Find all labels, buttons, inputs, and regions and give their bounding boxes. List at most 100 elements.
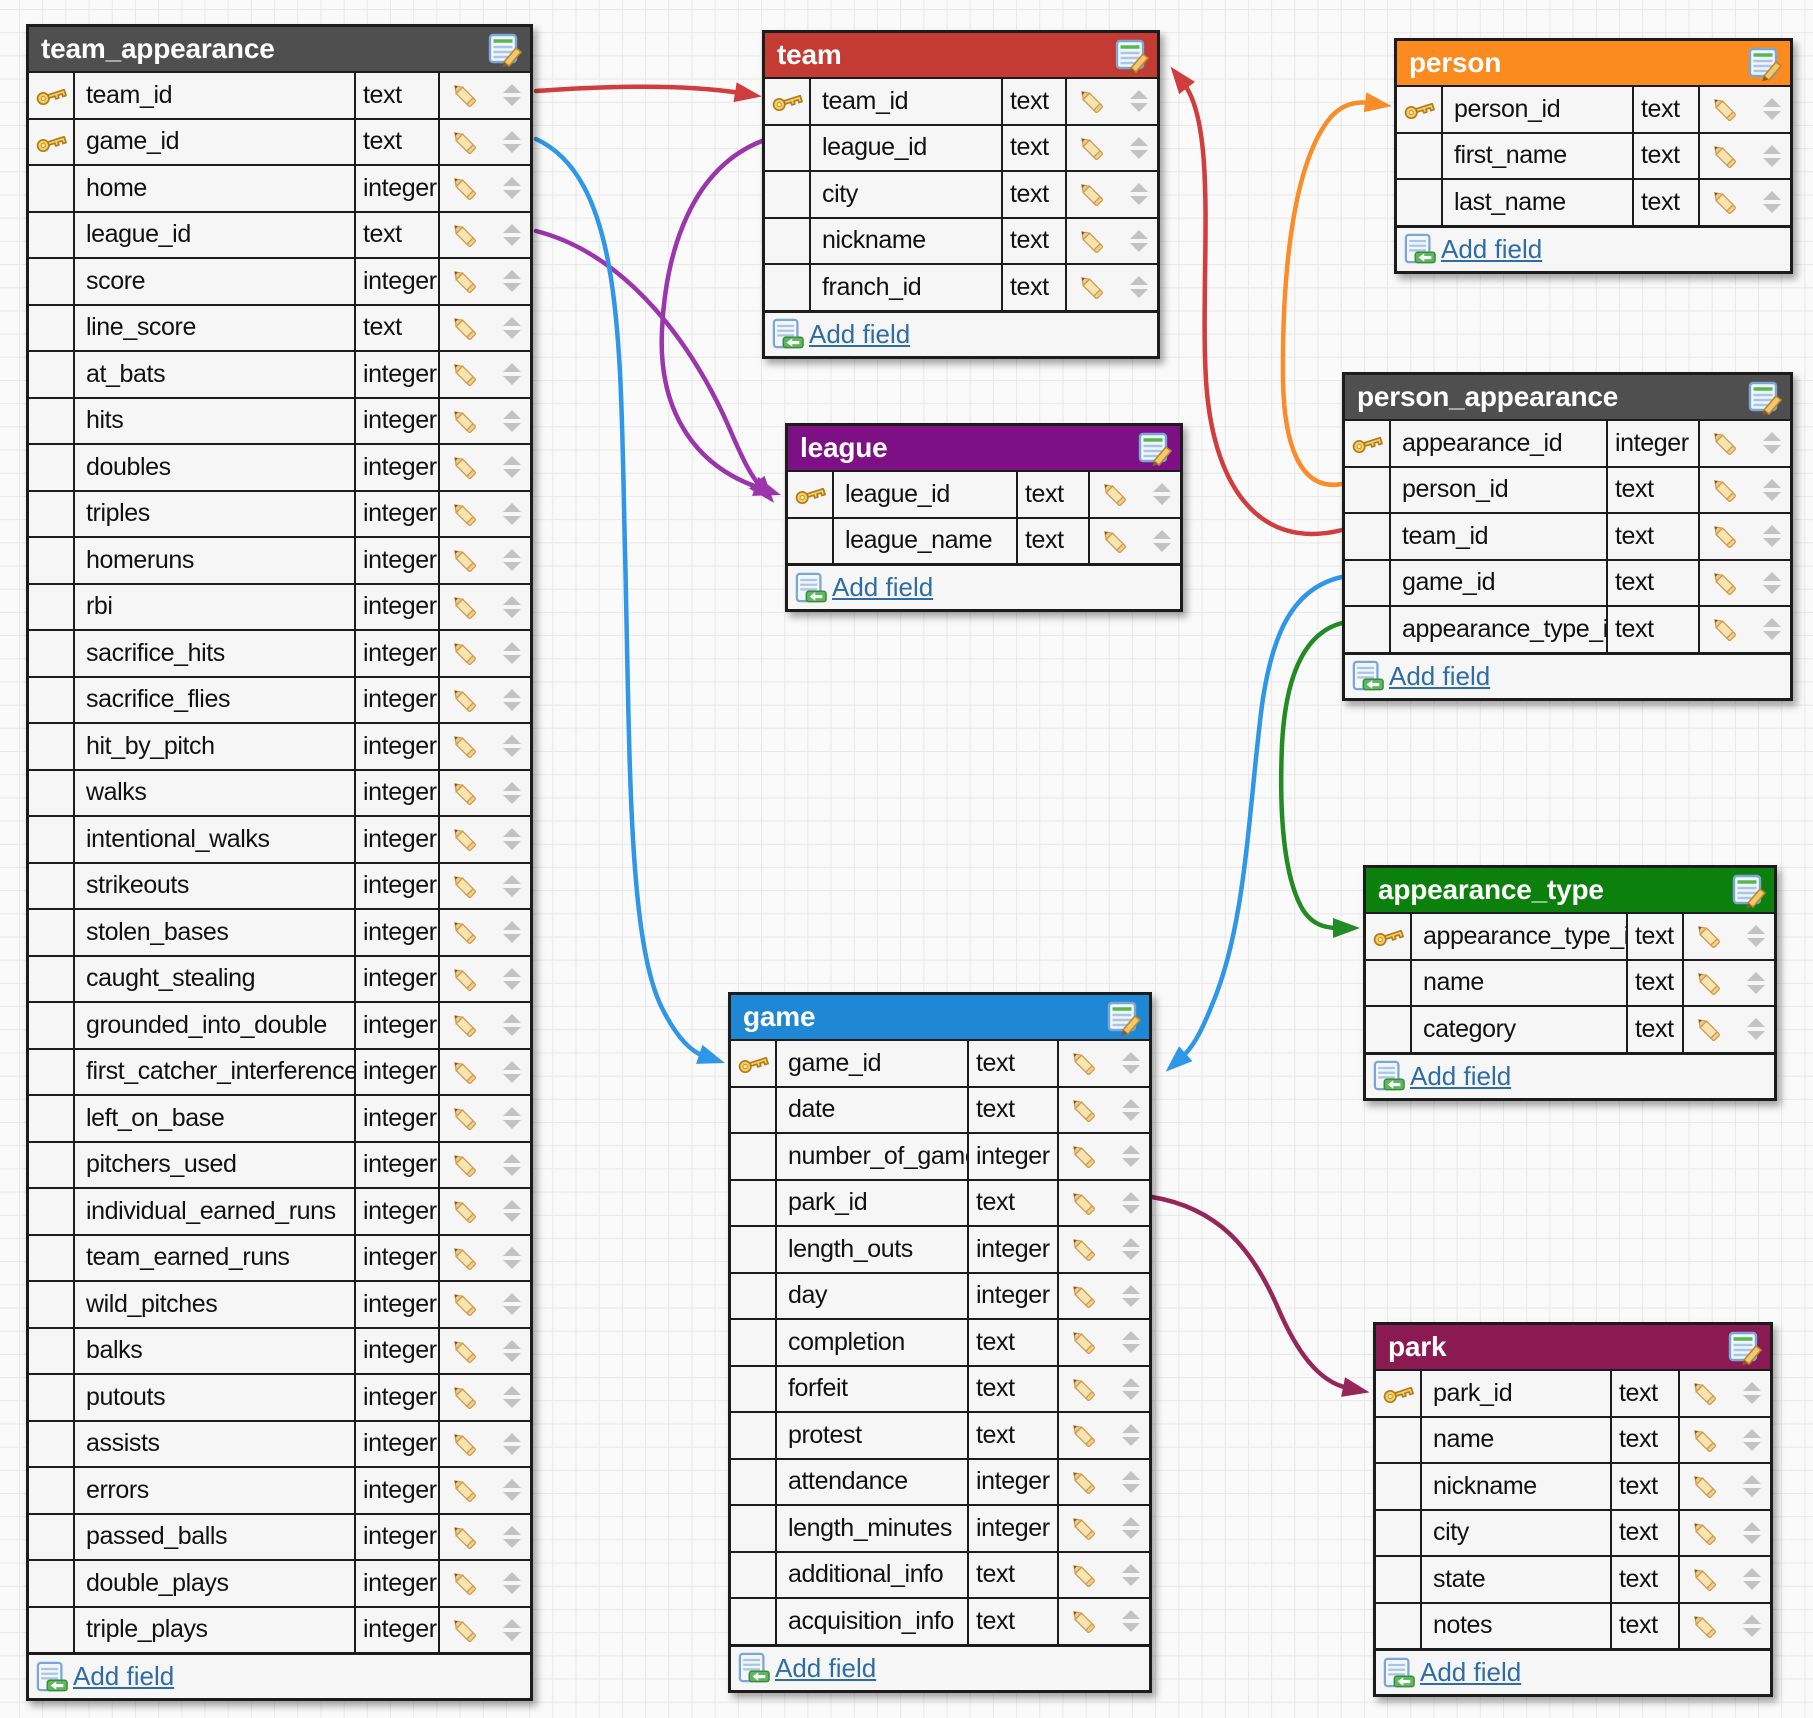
pencil-icon[interactable] bbox=[1689, 1518, 1719, 1548]
table-row[interactable]: triples integer bbox=[29, 490, 530, 537]
up-down-arrows-icon[interactable] bbox=[503, 131, 521, 153]
pencil-icon[interactable] bbox=[1068, 1327, 1098, 1357]
up-down-arrows-icon[interactable] bbox=[1130, 137, 1148, 159]
table-row[interactable]: strikeouts integer bbox=[29, 862, 530, 909]
up-down-arrows-icon[interactable] bbox=[1122, 1145, 1140, 1167]
table-row[interactable]: balks integer bbox=[29, 1327, 530, 1374]
table-row[interactable]: city text bbox=[765, 170, 1157, 217]
table-row[interactable]: individual_earned_runs integer bbox=[29, 1187, 530, 1234]
pencil-icon[interactable] bbox=[1689, 1564, 1719, 1594]
pencil-icon[interactable] bbox=[449, 778, 479, 808]
up-down-arrows-icon[interactable] bbox=[503, 1386, 521, 1408]
up-down-arrows-icon[interactable] bbox=[503, 875, 521, 897]
up-down-arrows-icon[interactable] bbox=[1153, 483, 1171, 505]
pencil-icon[interactable] bbox=[449, 964, 479, 994]
table-row[interactable]: team_id text bbox=[29, 71, 530, 118]
up-down-arrows-icon[interactable] bbox=[1743, 1429, 1761, 1451]
edit-table-icon[interactable] bbox=[1137, 430, 1173, 466]
table-row[interactable]: league_id text bbox=[788, 470, 1180, 517]
up-down-arrows-icon[interactable] bbox=[1122, 1192, 1140, 1214]
pencil-icon[interactable] bbox=[449, 731, 479, 761]
edit-table-icon[interactable] bbox=[1106, 999, 1142, 1035]
up-down-arrows-icon[interactable] bbox=[503, 503, 521, 525]
table-row[interactable]: hits integer bbox=[29, 397, 530, 444]
table-row[interactable]: state text bbox=[1376, 1555, 1770, 1602]
table-row[interactable]: team_id text bbox=[1345, 512, 1790, 559]
pencil-icon[interactable] bbox=[449, 592, 479, 622]
pencil-icon[interactable] bbox=[1068, 1606, 1098, 1636]
table-row[interactable]: notes text bbox=[1376, 1602, 1770, 1649]
up-down-arrows-icon[interactable] bbox=[1122, 1610, 1140, 1632]
pencil-icon[interactable] bbox=[449, 313, 479, 343]
up-down-arrows-icon[interactable] bbox=[1130, 276, 1148, 298]
up-down-arrows-icon[interactable] bbox=[1122, 1471, 1140, 1493]
table-row[interactable]: appearance_type_id text bbox=[1366, 912, 1774, 959]
up-down-arrows-icon[interactable] bbox=[1763, 191, 1781, 213]
table-row[interactable]: homeruns integer bbox=[29, 536, 530, 583]
table-row[interactable]: game_id text bbox=[1345, 559, 1790, 606]
add-field-link[interactable]: Add field bbox=[1420, 1657, 1521, 1688]
table-row[interactable]: grounded_into_double integer bbox=[29, 1001, 530, 1048]
up-down-arrows-icon[interactable] bbox=[1122, 1285, 1140, 1307]
up-down-arrows-icon[interactable] bbox=[503, 1247, 521, 1269]
pencil-icon[interactable] bbox=[449, 1196, 479, 1226]
pencil-icon[interactable] bbox=[1099, 479, 1129, 509]
table-row[interactable]: length_minutes integer bbox=[731, 1504, 1149, 1551]
edit-table-icon[interactable] bbox=[1747, 45, 1783, 81]
up-down-arrows-icon[interactable] bbox=[1747, 972, 1765, 994]
pencil-icon[interactable] bbox=[449, 220, 479, 250]
pencil-icon[interactable] bbox=[1709, 521, 1739, 551]
pencil-icon[interactable] bbox=[1689, 1378, 1719, 1408]
table-header[interactable]: person_appearance bbox=[1345, 375, 1790, 419]
pencil-icon[interactable] bbox=[1068, 1467, 1098, 1497]
up-down-arrows-icon[interactable] bbox=[503, 921, 521, 943]
pencil-icon[interactable] bbox=[1709, 428, 1739, 458]
table-row[interactable]: additional_info text bbox=[731, 1551, 1149, 1598]
pencil-icon[interactable] bbox=[449, 1289, 479, 1319]
table-row[interactable]: passed_balls integer bbox=[29, 1513, 530, 1560]
up-down-arrows-icon[interactable] bbox=[1153, 530, 1171, 552]
table-row[interactable]: date text bbox=[731, 1086, 1149, 1133]
pencil-icon[interactable] bbox=[1068, 1513, 1098, 1543]
pencil-icon[interactable] bbox=[1693, 968, 1723, 998]
pencil-icon[interactable] bbox=[449, 1568, 479, 1598]
pencil-icon[interactable] bbox=[1068, 1048, 1098, 1078]
add-field-link[interactable]: Add field bbox=[1441, 234, 1542, 265]
pencil-icon[interactable] bbox=[449, 1336, 479, 1366]
table-row[interactable]: double_plays integer bbox=[29, 1559, 530, 1606]
pencil-icon[interactable] bbox=[1068, 1095, 1098, 1125]
pencil-icon[interactable] bbox=[1076, 272, 1106, 302]
pencil-icon[interactable] bbox=[449, 406, 479, 436]
add-field-link[interactable]: Add field bbox=[809, 319, 910, 350]
up-down-arrows-icon[interactable] bbox=[1122, 1564, 1140, 1586]
up-down-arrows-icon[interactable] bbox=[1763, 618, 1781, 640]
pencil-icon[interactable] bbox=[449, 1057, 479, 1087]
up-down-arrows-icon[interactable] bbox=[1743, 1475, 1761, 1497]
up-down-arrows-icon[interactable] bbox=[1122, 1099, 1140, 1121]
up-down-arrows-icon[interactable] bbox=[503, 1200, 521, 1222]
up-down-arrows-icon[interactable] bbox=[1763, 432, 1781, 454]
table-row[interactable]: sacrifice_hits integer bbox=[29, 629, 530, 676]
table-row[interactable]: attendance integer bbox=[731, 1458, 1149, 1505]
up-down-arrows-icon[interactable] bbox=[1122, 1424, 1140, 1446]
edit-table-icon[interactable] bbox=[1747, 379, 1783, 415]
up-down-arrows-icon[interactable] bbox=[503, 1433, 521, 1455]
up-down-arrows-icon[interactable] bbox=[503, 1061, 521, 1083]
edit-table-icon[interactable] bbox=[1731, 872, 1767, 908]
pencil-icon[interactable] bbox=[1068, 1188, 1098, 1218]
pencil-icon[interactable] bbox=[1709, 614, 1739, 644]
up-down-arrows-icon[interactable] bbox=[503, 1340, 521, 1362]
up-down-arrows-icon[interactable] bbox=[503, 1619, 521, 1641]
table-header[interactable]: team bbox=[765, 33, 1157, 77]
up-down-arrows-icon[interactable] bbox=[1763, 479, 1781, 501]
table-row[interactable]: doubles integer bbox=[29, 443, 530, 490]
add-field-link[interactable]: Add field bbox=[832, 572, 933, 603]
table-card-person[interactable]: person bbox=[1394, 38, 1793, 274]
table-row[interactable]: nickname text bbox=[765, 217, 1157, 264]
table-row[interactable]: city text bbox=[1376, 1509, 1770, 1556]
pencil-icon[interactable] bbox=[449, 80, 479, 110]
up-down-arrows-icon[interactable] bbox=[503, 456, 521, 478]
up-down-arrows-icon[interactable] bbox=[503, 968, 521, 990]
up-down-arrows-icon[interactable] bbox=[503, 735, 521, 757]
pencil-icon[interactable] bbox=[449, 545, 479, 575]
